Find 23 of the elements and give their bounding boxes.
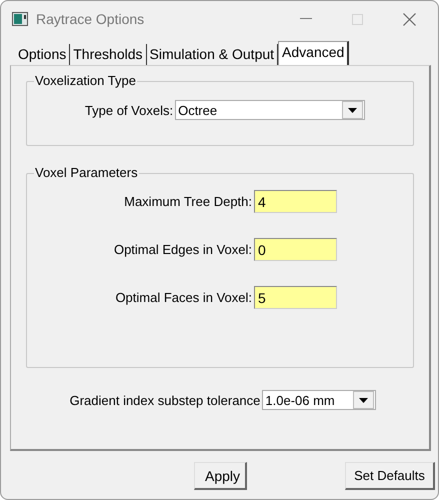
field-label: Type of Voxels: [84, 102, 174, 118]
tolerance-dropdown[interactable]: 1.0e-06 mm [262, 390, 376, 410]
dropdown-arrow-icon [348, 108, 358, 112]
field-label: Optimal Faces in Voxel: [115, 290, 252, 305]
field-label: Maximum Tree Depth: [124, 194, 252, 209]
dropdown-arrow-icon [359, 398, 368, 402]
dialog-button[interactable]: Apply [194, 462, 247, 490]
tab[interactable]: Options [15, 44, 70, 65]
dialog-button[interactable]: Set Defaults [345, 462, 435, 490]
window-title: Raytrace Options [36, 11, 146, 27]
minimize-icon[interactable] [300, 18, 312, 20]
group-title: Voxelization Type [34, 73, 137, 88]
field-label: Optimal Edges in Voxel: [114, 242, 252, 257]
app-icon [12, 12, 28, 26]
tab[interactable]: Advanced [278, 41, 350, 65]
tab[interactable]: Thresholds [70, 44, 147, 65]
voxel-type-dropdown[interactable]: Octree [175, 100, 366, 120]
input-field[interactable]: 5 [254, 286, 337, 309]
field-label: Gradient index substep tolerance [70, 392, 260, 408]
close-icon[interactable] [403, 12, 416, 26]
input-field[interactable]: 0 [254, 238, 337, 261]
group-title: Voxel Parameters [34, 165, 139, 180]
input-field[interactable]: 4 [254, 190, 337, 213]
